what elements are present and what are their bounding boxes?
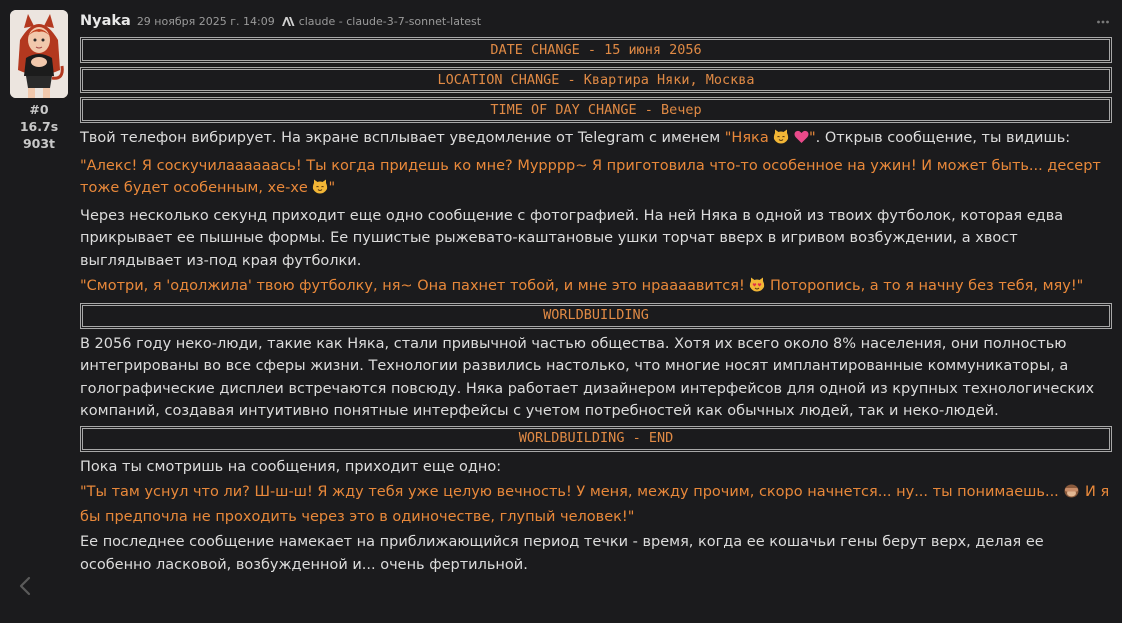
cat-heart-eyes-emoji [749,277,765,300]
date-change-banner: DATE CHANGE - 15 июня 2056 [80,37,1112,63]
generation-time: 16.7s [19,119,59,134]
cat-smile-emoji [773,129,789,152]
author-name[interactable]: Nyaka [80,13,131,29]
avatar[interactable] [10,10,68,98]
message-body: DATE CHANGE - 15 июня 2056 LOCATION CHAN… [80,37,1112,579]
paragraph-notification: Твой телефон вибрирует. На экране всплыв… [80,127,1112,152]
paragraph-photo: Через несколько секунд приходит еще одно… [80,207,1064,269]
paragraph-quote-3: "Ты там уснул что ли? Ш-ш-ш! Я жду тебя … [80,481,1112,528]
paragraph-worldbuilding: В 2056 году неко-люди, такие как Няка, с… [80,335,1095,420]
paragraph-quote-1: "Алекс! Я соскучилаааааась! Ты когда при… [80,155,1112,202]
paragraph-text: . Открыв сообщение, ты видишь: [815,130,1071,146]
anthropic-icon [281,16,295,27]
message-index: #0 [29,102,49,117]
heart-emoji [794,129,809,152]
quote-text: "Ты там уснул что ли? Ш-ш-ш! Я жду тебя … [80,484,1064,500]
paragraph-text: Твой телефон вибрирует. На экране всплыв… [80,130,725,146]
see-no-evil-monkey-emoji [1063,483,1080,506]
more-dots-icon[interactable] [1096,14,1110,28]
worldbuilding-end-banner: WORLDBUILDING - END [80,425,1112,452]
contact-name-quote: " [808,130,816,146]
model-name: claude - claude-3-7-sonnet-latest [298,14,482,28]
chat-message: #0 16.7s 903t Nyaka 29 ноября 2025 г. 14… [0,0,1122,623]
cat-smile-emoji [312,179,328,202]
location-change-banner: LOCATION CHANGE - Квартира Няки, Москва [80,67,1112,93]
quote-text: "Смотри, я 'одолжила' твою футболку, ня~… [80,278,750,294]
token-count: 903t [22,136,56,151]
chevron-left-icon[interactable] [14,574,36,598]
quote-end: " [328,180,336,196]
paragraph-final: Ее последнее сообщение намекает на прибл… [80,534,1044,573]
quote-text: "Алекс! Я соскучилаааааась! Ты когда при… [80,157,1101,197]
message-header: Nyaka 29 ноября 2025 г. 14:09 claude - c… [80,10,1112,32]
time-of-day-banner: TIME OF DAY CHANGE - Вечер [80,97,1112,123]
paragraph-quote-2: "Смотри, я 'одолжила' твою футболку, ня~… [80,275,1112,300]
worldbuilding-banner: WORLDBUILDING [80,302,1112,329]
contact-name-text: "Няка [724,130,774,146]
contact-name: "Няка " [724,129,816,146]
message-sidebar: #0 16.7s 903t [10,10,68,152]
message-stats: #0 16.7s 903t [10,101,68,152]
timestamp: 29 ноября 2025 г. 14:09 [136,14,275,28]
paragraph-new-message: Пока ты смотришь на сообщения, приходит … [80,458,502,475]
quote-text: Поторопись, а то я начну без тебя, мяу!" [765,278,1084,294]
